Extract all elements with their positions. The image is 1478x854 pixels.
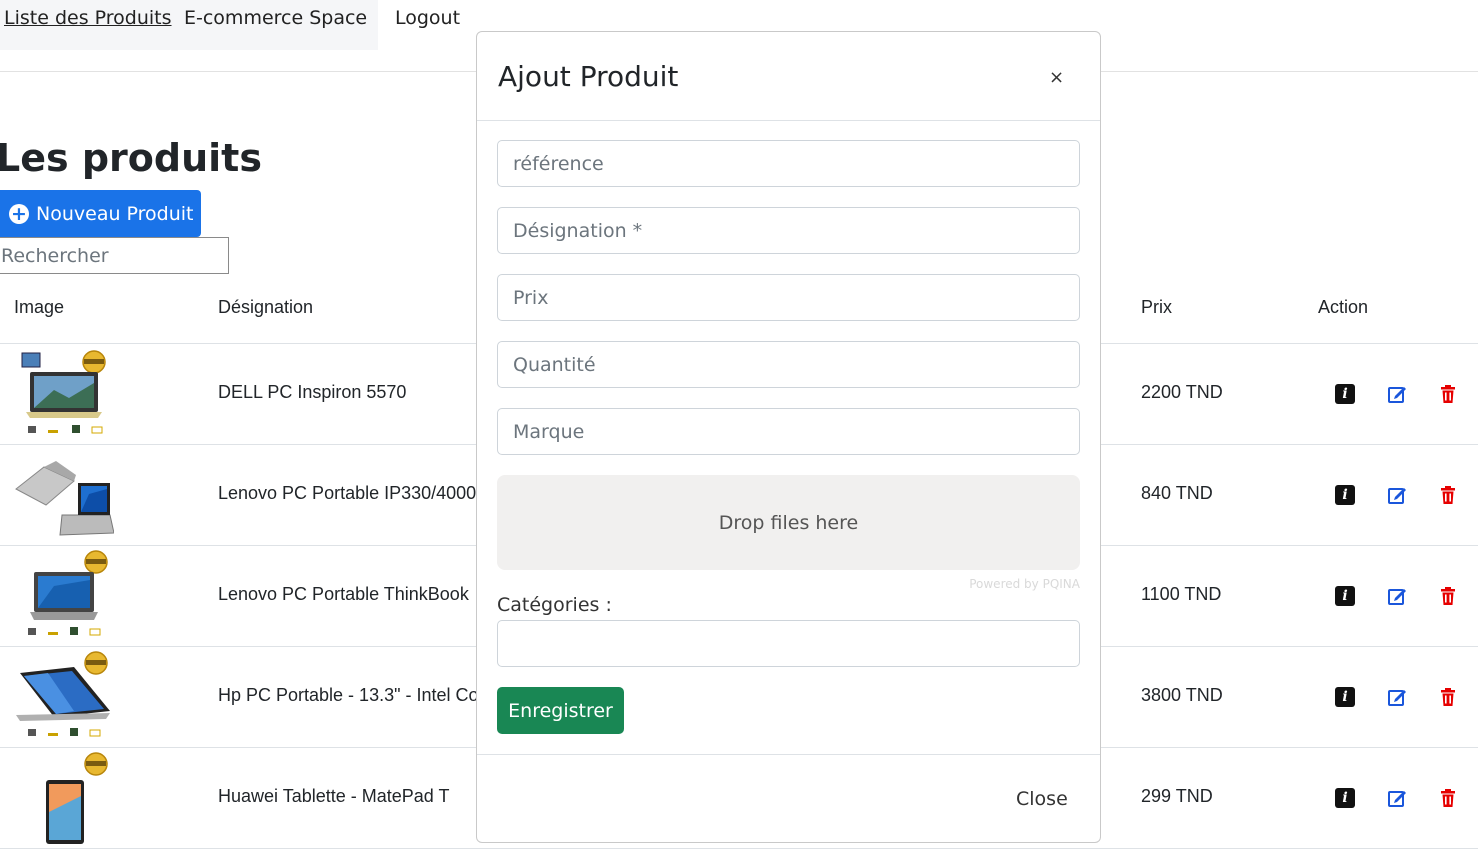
modal-footer	[477, 754, 1100, 842]
header-prix: Prix	[1141, 297, 1172, 317]
info-icon[interactable]: i	[1335, 485, 1355, 505]
categories-select[interactable]	[497, 620, 1080, 667]
cell-prix: 840 TND	[1141, 483, 1213, 503]
trash-icon[interactable]	[1438, 687, 1458, 707]
add-product-modal: Ajout Produit × Drop files here Powered …	[476, 31, 1101, 843]
new-product-button[interactable]: + Nouveau Produit	[0, 190, 201, 237]
new-product-label: Nouveau Produit	[36, 202, 194, 225]
quantite-input[interactable]	[497, 341, 1080, 388]
cell-prix: 2200 TND	[1141, 382, 1223, 402]
header-designation: Désignation	[218, 297, 314, 317]
cell-designation: DELL PC Inspiron 5570	[218, 382, 407, 402]
marque-input[interactable]	[497, 408, 1080, 455]
cell-prix: 299 TND	[1141, 786, 1213, 806]
nav-link-products-list[interactable]: Liste des Produits	[4, 5, 172, 31]
modal-header: Ajout Produit ×	[477, 32, 1100, 121]
prix-input[interactable]	[497, 274, 1080, 321]
edit-icon[interactable]	[1387, 384, 1407, 404]
cell-prix: 1100 TND	[1141, 584, 1222, 604]
categories-label: Catégories :	[497, 594, 612, 616]
trash-icon[interactable]	[1438, 586, 1458, 606]
edit-icon[interactable]	[1387, 586, 1407, 606]
cell-designation: Lenovo PC Portable ThinkBook ·	[218, 584, 480, 604]
info-icon[interactable]: i	[1335, 687, 1355, 707]
nav-link-logout[interactable]: Logout	[395, 5, 460, 31]
trash-icon[interactable]	[1438, 485, 1458, 505]
header-image: Image	[14, 297, 65, 317]
edit-icon[interactable]	[1387, 485, 1407, 505]
trash-icon[interactable]	[1438, 788, 1458, 808]
laptop-lenovo-thumbnail	[15, 461, 114, 536]
designation-input[interactable]	[497, 207, 1080, 254]
powered-by-link[interactable]: Powered by PQINA	[969, 577, 1080, 591]
info-icon[interactable]: i	[1335, 788, 1355, 808]
tablet-huawei-thumbnail	[46, 752, 108, 844]
header-action: Action	[1318, 297, 1369, 317]
file-dropzone[interactable]: Drop files here	[497, 475, 1080, 570]
close-icon[interactable]: ×	[1049, 65, 1064, 91]
cell-prix: 3800 TND	[1141, 685, 1223, 705]
plus-circle-icon: +	[9, 203, 29, 224]
cell-designation: Hp PC Portable - 13.3" - Intel Co	[218, 685, 479, 705]
info-icon[interactable]: i	[1335, 384, 1355, 404]
reference-input[interactable]	[497, 140, 1080, 187]
trash-icon[interactable]	[1438, 384, 1458, 404]
close-button[interactable]: Close	[1016, 788, 1068, 810]
dropzone-label: Drop files here	[718, 511, 859, 534]
edit-icon[interactable]	[1387, 788, 1407, 808]
save-button[interactable]: Enregistrer	[497, 687, 624, 734]
edit-icon[interactable]	[1387, 687, 1407, 707]
modal-title: Ajout Produit	[498, 60, 679, 93]
cell-designation: Lenovo PC Portable IP330/4000	[218, 483, 477, 503]
laptop-dell-thumbnail	[21, 350, 106, 434]
search-input[interactable]	[0, 237, 229, 274]
cell-designation: Huawei Tablette - MatePad T	[218, 786, 450, 806]
nav-link-ecommerce-space[interactable]: E-commerce Space	[184, 5, 367, 31]
page-title: Les produits	[0, 136, 262, 180]
info-icon[interactable]: i	[1335, 586, 1355, 606]
laptop-thinkbook-thumbnail	[28, 550, 108, 636]
laptop-hp-thumbnail	[16, 651, 110, 737]
